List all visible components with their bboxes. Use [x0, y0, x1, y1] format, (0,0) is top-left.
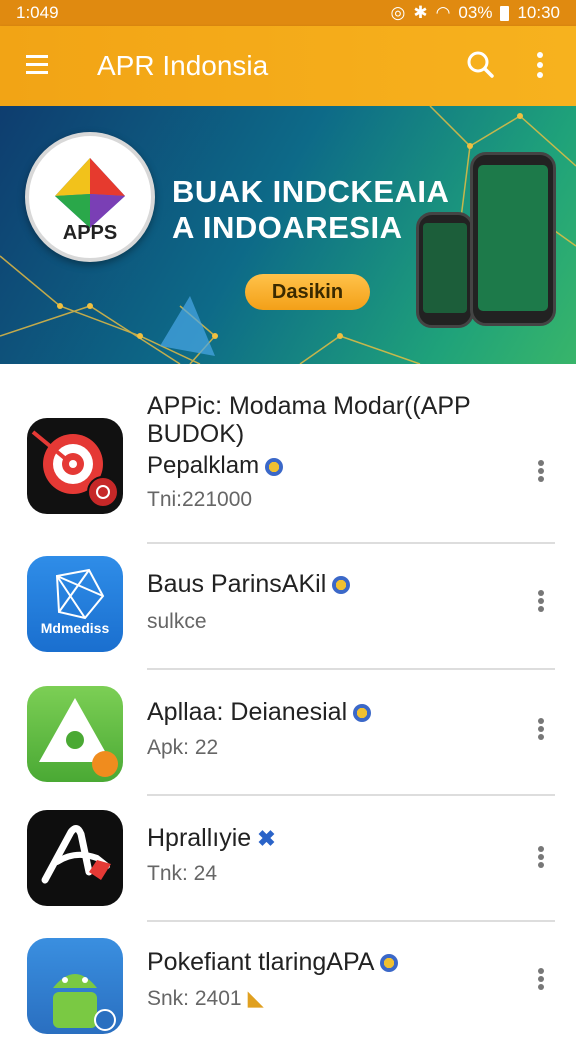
list-item[interactable]: APPic: Modama Modar((APP BUDOK) Pepalkla…: [0, 386, 576, 546]
divider: [147, 668, 555, 670]
list-item[interactable]: Pokefiant tlaringAPA Snk: 2401 ◣: [0, 928, 576, 1054]
phone-illustration-large: [470, 152, 556, 326]
divider: [147, 920, 555, 922]
apps-logo: APPS: [25, 132, 155, 262]
mascot-badge-icon: [265, 457, 284, 476]
more-vert-icon[interactable]: [536, 844, 546, 870]
more-vert-icon[interactable]: [520, 46, 560, 86]
app-subtitle: Tnk: 24: [147, 862, 218, 885]
bluetooth-icon: ✱: [413, 3, 428, 22]
triangle-app-icon: [27, 686, 123, 782]
letter-a-app-icon: [27, 810, 123, 906]
more-vert-icon[interactable]: [536, 716, 546, 742]
android-app-icon: [27, 938, 123, 1034]
hamburger-icon[interactable]: [20, 46, 60, 86]
alarm-icon: ◎: [390, 3, 406, 22]
logo-text: APPS: [62, 222, 118, 244]
divider: [147, 794, 555, 796]
more-vert-icon[interactable]: [536, 966, 546, 992]
app-title: Pokefiant tlaringAPA: [147, 948, 375, 976]
banner-button[interactable]: Dasikin: [245, 274, 370, 310]
status-bar: 1:049 ◎ ✱ ◠ 03% 10:30: [0, 0, 576, 26]
divider: [147, 542, 555, 544]
app-title: Baus ParinsAKil: [147, 570, 327, 598]
mascot-badge-icon: [353, 704, 372, 723]
search-icon[interactable]: [462, 46, 502, 86]
banner-headline-1: BUAK INDCKEAIA: [172, 174, 450, 209]
promo-banner[interactable]: APPS BUAK INDCKEAIA A INDOARESIA Dasikin: [0, 106, 576, 364]
phone-illustration-small: [416, 212, 474, 328]
x-mark-badge-icon: ✖: [257, 826, 276, 852]
list-item[interactable]: Hprallıyie ✖ Tnk: 24: [0, 802, 576, 928]
app-subtitle: Apk: 22: [147, 736, 219, 759]
more-vert-icon[interactable]: [536, 588, 546, 614]
app-title: APPic: Modama Modar((APP BUDOK): [147, 392, 471, 448]
list-item[interactable]: Mdmediss Baus ParinsAKil sulkce: [0, 550, 576, 676]
app-subtitle: Snk: 2401: [147, 987, 242, 1010]
battery-icon: [500, 5, 510, 21]
app-bar: APR Indonsia: [0, 26, 576, 106]
banner-headline-2: A INDOARESIA: [172, 210, 403, 245]
app-subtitle: Pepalklam: [147, 452, 260, 479]
mascot-badge-icon: [332, 576, 351, 595]
app-title: Apllaa: Deianesial: [147, 698, 348, 726]
app-title: Hprallıyie: [147, 824, 252, 852]
network-app-icon: Mdmediss: [27, 556, 123, 652]
status-time-left: 1:049: [16, 3, 59, 22]
target-app-icon: [27, 418, 123, 514]
list-item[interactable]: Apllaa: Deianesial Apk: 22: [0, 676, 576, 802]
app-meta: Tni:221000: [147, 488, 253, 511]
battery-percent: 03%: [458, 3, 493, 22]
status-clock: 10:30: [517, 3, 560, 22]
app-title: APR Indonsia: [97, 50, 269, 81]
app-subtitle: sulkce: [147, 610, 207, 633]
pencil-icon: ◣: [247, 987, 264, 1010]
wifi-icon: ◠: [435, 3, 451, 22]
more-vert-icon[interactable]: [536, 458, 546, 484]
app-icon-text: Mdmediss: [40, 620, 110, 636]
mascot-badge-icon: [380, 954, 399, 973]
